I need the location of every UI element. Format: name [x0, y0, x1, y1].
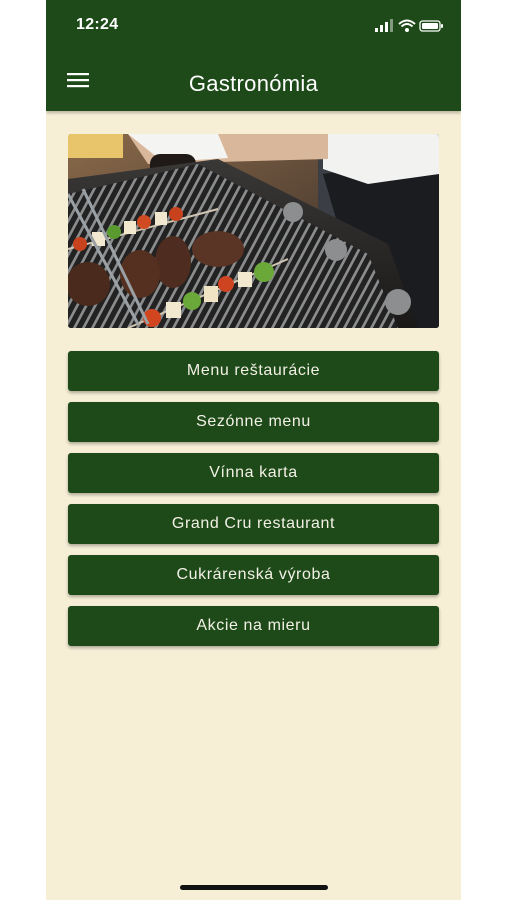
page-title: Gastronómia: [188, 71, 319, 96]
cellular-signal-icon: [375, 19, 393, 32]
wine-list-button[interactable]: Vínna karta: [68, 453, 439, 493]
seasonal-menu-button[interactable]: Sezónne menu: [68, 402, 439, 442]
wifi-icon: [398, 19, 416, 32]
hero-image: [68, 134, 439, 328]
grand-cru-restaurant-button[interactable]: Grand Cru restaurant: [68, 504, 439, 544]
menu-button-list: Menu reštaurácie Sezónne menu Vínna kart…: [68, 351, 439, 657]
battery-icon: [419, 20, 443, 32]
restaurant-menu-button[interactable]: Menu reštaurácie: [68, 351, 439, 391]
status-time: 12:24: [76, 16, 119, 33]
grill-photo: [68, 134, 439, 328]
custom-events-button[interactable]: Akcie na mieru: [68, 606, 439, 646]
home-indicator[interactable]: [180, 885, 328, 890]
status-icons: [365, 18, 445, 34]
confectionery-button[interactable]: Cukrárenská výroba: [68, 555, 439, 595]
app-header: 12:24 Gastronómia: [46, 0, 461, 111]
app-screen: 12:24 Gastronómia Menu reštaurácie Sezón…: [46, 0, 461, 900]
